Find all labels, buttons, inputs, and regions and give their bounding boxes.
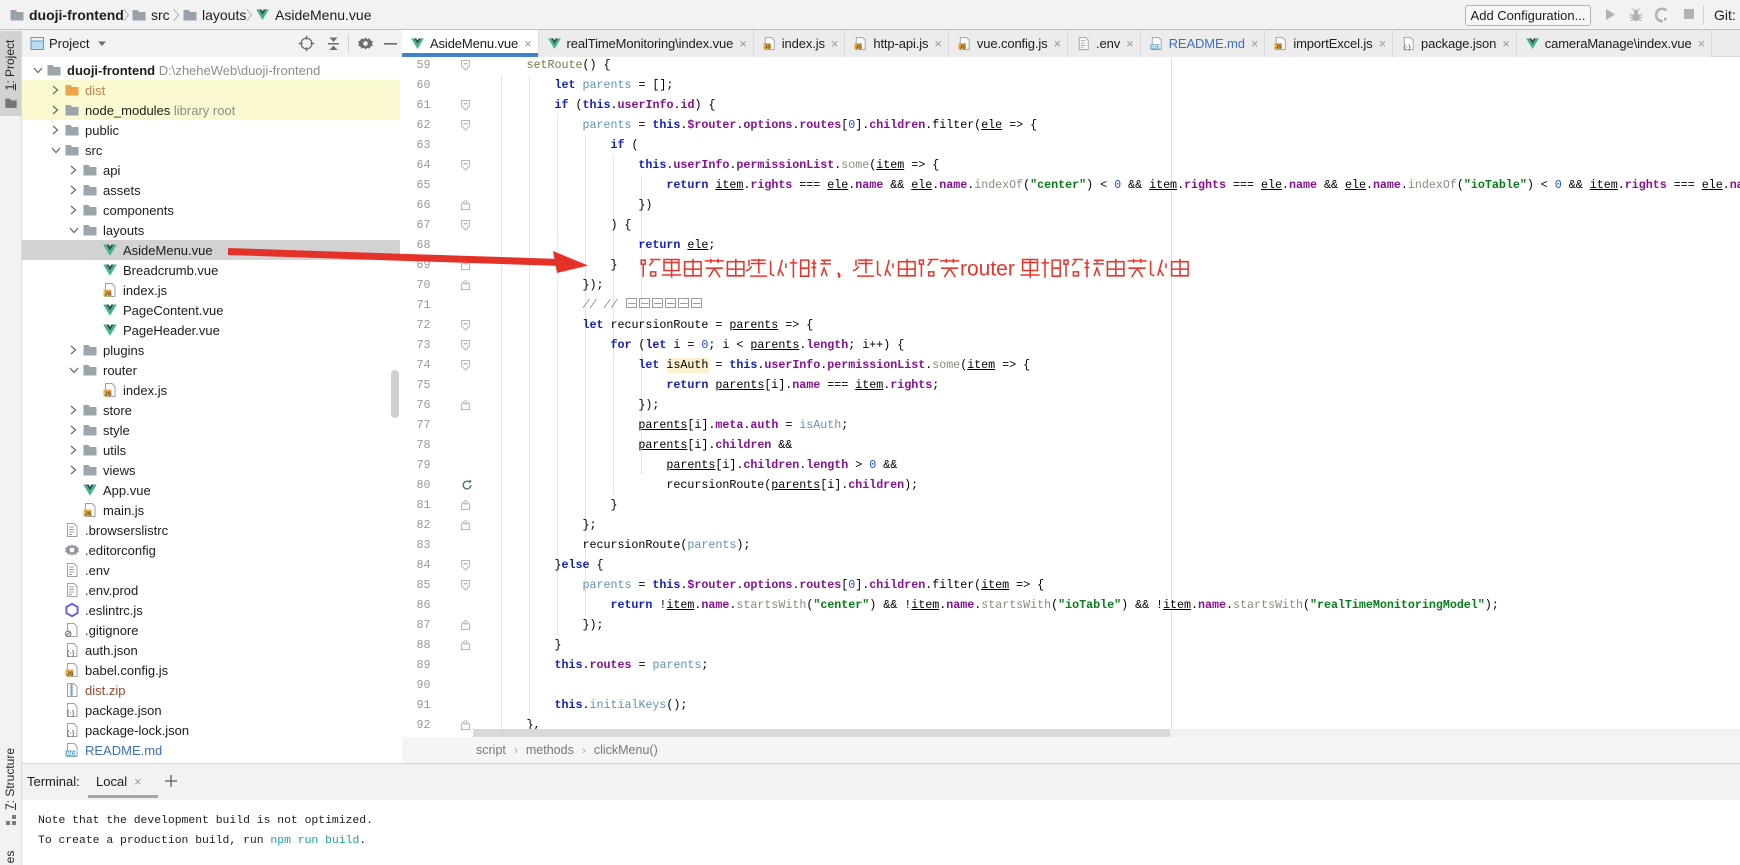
svg-text:{·}: {·}: [67, 709, 75, 718]
svg-text:JS: JS: [959, 44, 966, 50]
svg-text:MD: MD: [66, 751, 74, 757]
svg-text:JS: JS: [67, 671, 74, 677]
svg-text:MD: MD: [1151, 45, 1159, 51]
svg-text:router: router: [960, 258, 1015, 281]
svg-text:{·}: {·}: [1403, 44, 1411, 51]
svg-text:JS: JS: [85, 511, 92, 517]
svg-text:JS: JS: [1276, 44, 1283, 50]
svg-text:{·}: {·}: [67, 729, 75, 738]
svg-text:JS: JS: [105, 391, 112, 397]
svg-text:JS: JS: [105, 291, 112, 297]
svg-text:JS: JS: [764, 44, 771, 50]
svg-text:{·}: {·}: [67, 649, 75, 658]
svg-text:JS: JS: [856, 44, 863, 50]
